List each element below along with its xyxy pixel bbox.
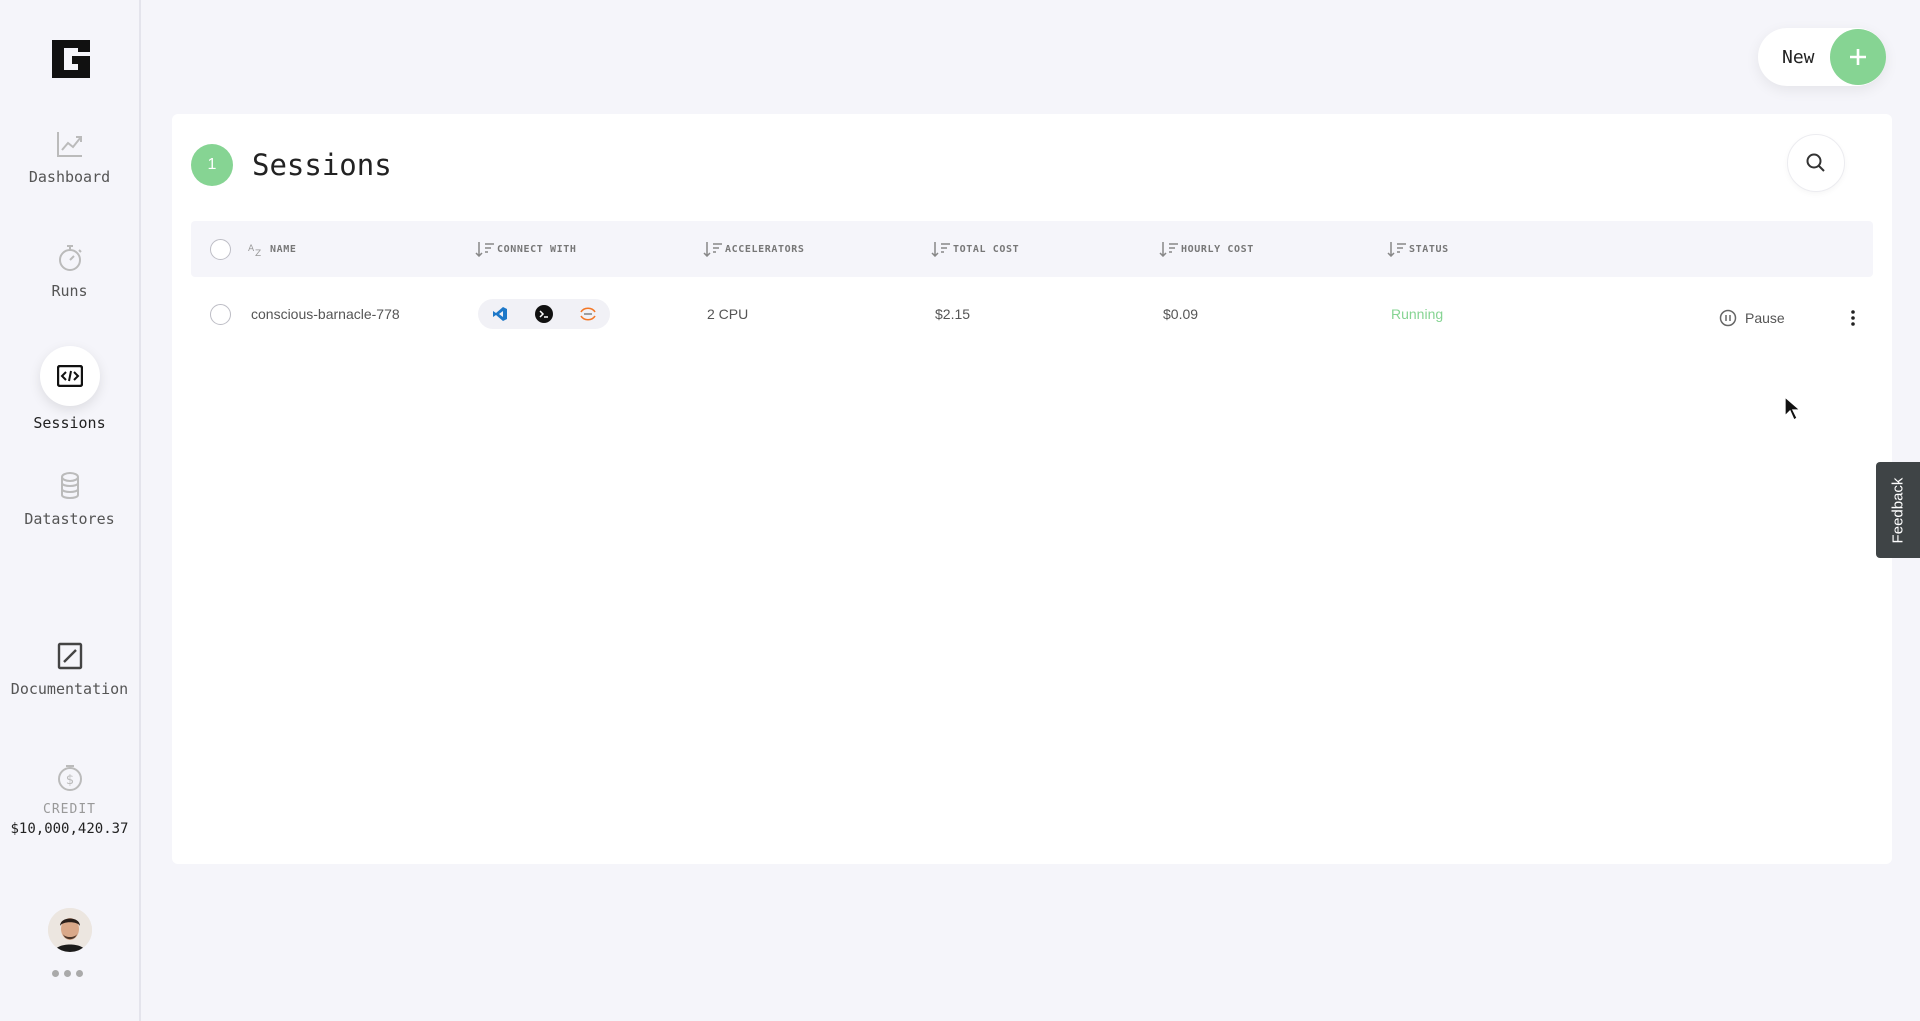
- jupyter-icon[interactable]: [576, 302, 600, 326]
- page-title: Sessions: [252, 148, 392, 182]
- sidebar-item-label: Sessions: [33, 414, 106, 432]
- sort-icon: [1387, 242, 1406, 257]
- code-window-icon: [56, 365, 83, 387]
- user-avatar-icon: [48, 908, 92, 952]
- terminal-icon[interactable]: [532, 302, 556, 326]
- vscode-icon[interactable]: [488, 302, 512, 326]
- coin-stack-icon: $: [57, 765, 82, 791]
- active-indicator: [39, 346, 100, 406]
- sidebar-item-documentation[interactable]: Documentation: [0, 640, 139, 698]
- sidebar-item-label: Dashboard: [28, 168, 111, 186]
- column-header-accelerators[interactable]: Accelerators: [703, 221, 804, 277]
- credit-value: $10,000,420.37: [10, 821, 129, 837]
- sessions-card: 1 Sessions A Z Name Connect with: [172, 114, 1892, 864]
- document-edit-icon: [57, 642, 82, 670]
- hourly-cost-value: $0.09: [1163, 306, 1199, 322]
- svg-text:Z: Z: [255, 249, 261, 257]
- database-icon: [60, 472, 79, 499]
- session-name[interactable]: conscious-barnacle-778: [251, 286, 400, 342]
- search-icon: [1806, 153, 1825, 172]
- feedback-tab[interactable]: Feedback: [1876, 462, 1920, 558]
- total-cost-value: $2.15: [935, 306, 971, 322]
- stopwatch-icon: [58, 245, 82, 271]
- credit-label: CREDIT: [43, 802, 96, 817]
- more-options-dots[interactable]: [52, 970, 83, 977]
- plus-icon: [1830, 29, 1886, 85]
- column-header-name[interactable]: A Z Name: [248, 221, 296, 277]
- vertical-dots-icon: [1851, 310, 1855, 326]
- search-button[interactable]: [1787, 134, 1845, 192]
- svg-text:A: A: [248, 244, 255, 254]
- sort-icon: [931, 242, 950, 257]
- pause-label: Pause: [1745, 310, 1785, 326]
- svg-text:$: $: [65, 773, 73, 788]
- accelerators-value: 2 CPU: [707, 306, 749, 322]
- column-header-status[interactable]: Status: [1387, 221, 1449, 277]
- new-button-label: New: [1782, 46, 1815, 68]
- connect-with-group: [478, 299, 610, 329]
- sort-alpha-icon: A Z: [248, 244, 261, 257]
- feedback-label: Feedback: [1889, 477, 1907, 543]
- select-all-checkbox[interactable]: [210, 238, 231, 260]
- sidebar-item-label: Runs: [51, 282, 88, 300]
- sort-icon: [475, 242, 494, 257]
- sidebar-item-runs[interactable]: Runs: [0, 242, 139, 300]
- table-header: A Z Name Connect with Accelerators: [191, 221, 1873, 277]
- row-more-menu-button[interactable]: [1843, 303, 1863, 333]
- pause-button[interactable]: Pause: [1719, 309, 1785, 327]
- column-header-connect-with[interactable]: Connect with: [475, 221, 576, 277]
- mouse-cursor-icon: [1784, 396, 1802, 421]
- row-checkbox[interactable]: [210, 303, 231, 325]
- column-header-total-cost[interactable]: Total cost: [931, 221, 1019, 277]
- new-button[interactable]: New: [1758, 28, 1886, 86]
- sidebar: Dashboard Runs Sessions Datastores Docum…: [0, 0, 141, 1021]
- chart-line-icon: [56, 132, 82, 157]
- sidebar-item-dashboard[interactable]: Dashboard: [0, 128, 139, 186]
- status-badge: Running: [1391, 306, 1444, 322]
- sort-icon: [1159, 242, 1178, 257]
- sidebar-item-datastores[interactable]: Datastores: [0, 470, 139, 528]
- sidebar-item-sessions[interactable]: Sessions: [0, 346, 139, 432]
- sort-icon: [703, 242, 722, 257]
- sidebar-item-label: Datastores: [24, 510, 115, 528]
- column-header-hourly-cost[interactable]: Hourly cost: [1159, 221, 1254, 277]
- grid-logo-icon[interactable]: [48, 36, 94, 82]
- credit-block: $ CREDIT $10,000,420.37: [0, 762, 139, 837]
- session-count-badge: 1: [191, 144, 233, 186]
- table-row[interactable]: conscious-barnacle-778 2 CPU $2.15 $0.09…: [191, 286, 1873, 342]
- pause-icon: [1719, 309, 1737, 327]
- avatar[interactable]: [48, 908, 92, 952]
- sidebar-item-label: Documentation: [10, 680, 129, 698]
